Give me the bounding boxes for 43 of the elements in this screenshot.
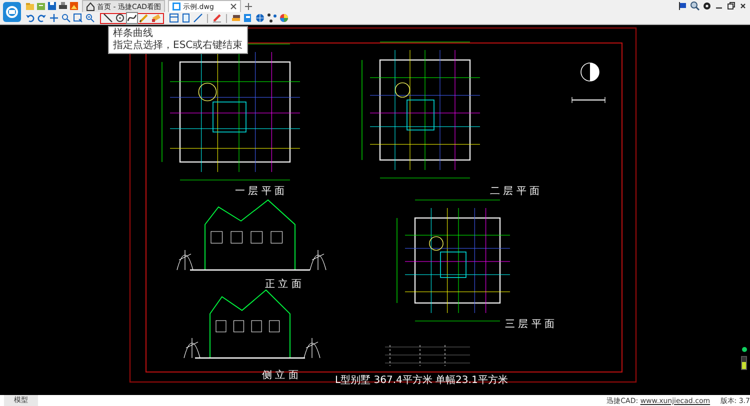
layers-icon[interactable]	[231, 13, 241, 23]
block-icon[interactable]	[243, 13, 253, 23]
close-icon[interactable]	[230, 3, 237, 10]
pencil-icon[interactable]	[139, 13, 149, 23]
search-icon[interactable]	[690, 1, 700, 11]
redo-icon[interactable]	[37, 13, 47, 23]
tooltip-hint: 指定点选择，ESC或右键结束	[113, 40, 243, 52]
home-icon[interactable]	[86, 2, 95, 11]
zoom-window-icon[interactable]	[61, 13, 71, 23]
drawing-caption: 一 层 平 面	[235, 186, 285, 197]
zoom-out-icon[interactable]	[85, 13, 95, 23]
undo-icon[interactable]	[25, 13, 35, 23]
nodes-icon[interactable]	[267, 13, 277, 23]
scale-bar-icon	[572, 96, 606, 104]
add-tab-icon[interactable]	[244, 2, 253, 10]
battery-icon	[741, 356, 747, 370]
drawing-caption: 正 立 面	[265, 279, 302, 290]
pan-icon[interactable]	[49, 13, 59, 23]
color-wheel-icon[interactable]	[279, 13, 289, 23]
settings-icon[interactable]	[702, 1, 712, 11]
layout-icon[interactable]	[169, 13, 179, 23]
tooltip-title: 样条曲线	[113, 28, 154, 40]
app-logo-icon[interactable]	[2, 1, 22, 23]
drawing-caption: 三 层 平 面	[505, 319, 555, 330]
close-icon[interactable]	[738, 1, 748, 11]
highlighter-icon[interactable]	[212, 13, 222, 23]
document-icon[interactable]	[181, 13, 191, 23]
line-icon[interactable]	[103, 13, 113, 23]
zoom-extents-icon[interactable]	[73, 13, 83, 23]
print-icon[interactable]	[58, 1, 68, 11]
circle-icon[interactable]	[115, 13, 125, 23]
flag-icon[interactable]	[678, 1, 688, 11]
globe-icon[interactable]	[255, 13, 265, 23]
maximize-icon[interactable]	[726, 1, 736, 11]
status-dot-icon	[742, 347, 746, 352]
save-icon[interactable]	[47, 1, 57, 11]
drawing-caption: 侧 立 面	[262, 370, 298, 381]
measure-icon[interactable]	[193, 13, 203, 23]
spline-icon[interactable]	[127, 13, 137, 23]
drawing-caption: 二 层 平 面	[490, 186, 540, 197]
title-block-text: L型别墅 367.4平方米 单幅23.1平方米	[335, 375, 508, 386]
file-icon[interactable]	[172, 2, 182, 11]
eraser-icon[interactable]	[151, 13, 161, 23]
